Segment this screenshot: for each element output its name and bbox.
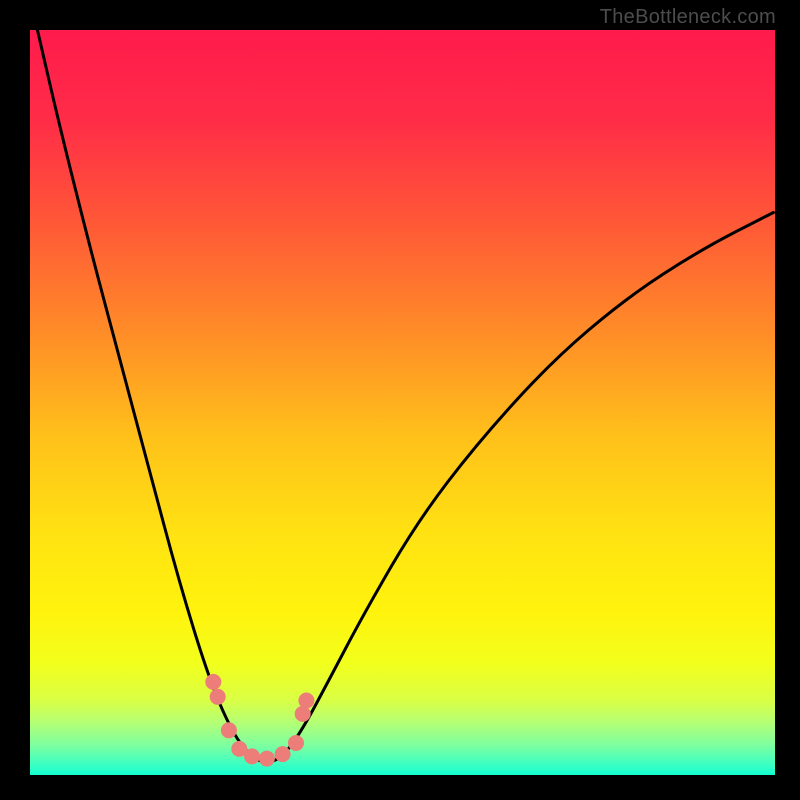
- curve-layer: [30, 30, 775, 775]
- watermark-text: TheBottleneck.com: [600, 6, 776, 29]
- marker-point: [295, 706, 311, 722]
- plot-area: [30, 30, 775, 775]
- marker-point: [221, 722, 237, 738]
- marker-point: [288, 735, 304, 751]
- marker-group: [205, 674, 314, 767]
- marker-point: [298, 693, 314, 709]
- marker-point: [275, 746, 291, 762]
- marker-point: [205, 674, 221, 690]
- bottleneck-curve: [37, 30, 773, 762]
- chart-container: TheBottleneck.com: [0, 0, 800, 800]
- marker-point: [244, 748, 260, 764]
- marker-point: [259, 751, 275, 767]
- marker-point: [210, 689, 226, 705]
